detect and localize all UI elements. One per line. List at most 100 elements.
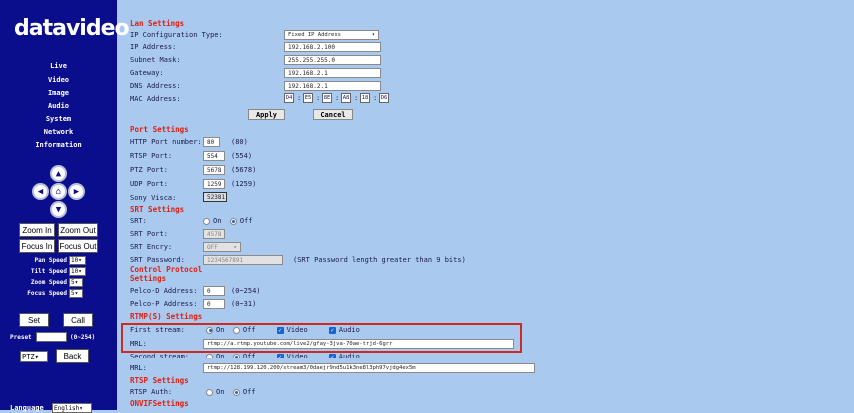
mac-sep: :	[297, 94, 302, 102]
home-icon[interactable]: ⌂	[50, 183, 67, 200]
pelcod-label: Pelco-D Address:	[130, 287, 198, 295]
ip-address-input[interactable]: 192.168.2.100	[284, 42, 381, 52]
dns-input[interactable]: 192.168.2.1	[284, 81, 381, 91]
srt-settings-title: SRT Settings	[130, 205, 185, 214]
srt-off-label: Off	[239, 217, 253, 225]
second-audio-label: Audio	[338, 353, 360, 358]
srt-off-radio[interactable]	[229, 217, 237, 225]
http-port-input[interactable]: 80	[203, 137, 220, 147]
srt-label: SRT:	[130, 217, 147, 225]
focus-in-button[interactable]: Focus In	[19, 239, 55, 253]
pelcod-range: (0~254)	[231, 287, 261, 295]
mrl2-input[interactable]: rtmp://128.199.120.200/stream3/0daejr9nd…	[203, 363, 535, 373]
pelcop-label: Pelco-P Address:	[130, 300, 198, 308]
second-stream-on-radio[interactable]	[206, 353, 213, 358]
mac-field-5[interactable]: 18	[360, 93, 370, 103]
subnet-mask-label: Subnet Mask:	[130, 56, 181, 64]
tilt-speed-select[interactable]: 10 ▾	[69, 267, 86, 276]
rtmp-settings-title: RTMP(S) Settings	[130, 312, 203, 321]
mac-field-1[interactable]: D4	[284, 93, 294, 103]
http-port-default: (80)	[231, 138, 248, 146]
second-audio-checkbox[interactable]: ✓	[328, 353, 336, 358]
pan-speed-label: Pan Speed	[34, 257, 67, 264]
ip-config-select[interactable]: Fixed IP Address ▾	[284, 30, 379, 40]
nav-system[interactable]: System	[0, 115, 117, 123]
pelcod-input[interactable]: 0	[203, 286, 225, 296]
second-video-checkbox[interactable]: ✓	[276, 353, 284, 358]
rtsp-on-label: On	[216, 388, 225, 396]
rtsp-auth-off-radio[interactable]	[232, 388, 240, 396]
rtsp-port-label: RTSP Port:	[130, 152, 173, 160]
gateway-input[interactable]: 192.168.2.1	[284, 68, 381, 78]
preset-label: Preset	[10, 334, 32, 341]
pelcop-input[interactable]: 0	[203, 299, 225, 309]
ptz-port-input[interactable]: 5678	[203, 165, 225, 175]
gateway-label: Gateway:	[130, 69, 164, 77]
control-protocol-title-2: Settings	[130, 274, 167, 283]
preset-range: (0~254)	[70, 334, 96, 341]
arrow-left-icon[interactable]: ◀	[32, 183, 49, 200]
call-button[interactable]: Call	[63, 313, 93, 327]
zoom-in-button[interactable]: Zoom In	[19, 223, 55, 237]
rtsp-auth-toggle[interactable]: On Off	[206, 388, 256, 396]
mac-field-6[interactable]: D6	[379, 93, 389, 103]
srt-encry-select[interactable]: OFF ▾	[203, 242, 241, 252]
nav-audio[interactable]: Audio	[0, 102, 117, 110]
nav-network[interactable]: Network	[0, 128, 117, 136]
lan-settings-title: Lan Settings	[130, 19, 185, 28]
mac-field-4[interactable]: A8	[341, 93, 351, 103]
mac-sep: :	[316, 94, 321, 102]
set-button[interactable]: Set	[19, 313, 49, 327]
apply-button[interactable]: Apply	[248, 109, 285, 120]
mac-sep: :	[335, 94, 340, 102]
sony-visca-label: Sony Visca:	[130, 194, 177, 202]
udp-port-default: (1259)	[231, 180, 257, 188]
nav-live[interactable]: Live	[0, 62, 117, 70]
srt-on-radio[interactable]	[203, 217, 210, 225]
control-protocol-title: Control Protocol	[130, 265, 203, 274]
zoom-speed-label: Zoom Speed	[30, 279, 67, 286]
cancel-button[interactable]: Cancel	[313, 109, 353, 120]
port-settings-title: Port Settings	[130, 125, 189, 134]
ip-config-label: IP Configuration Type:	[130, 31, 223, 39]
second-stream-off-radio[interactable]	[232, 353, 240, 358]
mac-sep: :	[373, 94, 378, 102]
rtmp-first-stream-highlight	[121, 323, 522, 353]
focus-speed-select[interactable]: 5 ▾	[69, 289, 83, 298]
pan-speed-select[interactable]: 10 ▾	[69, 256, 86, 265]
second-video-label: Video	[286, 353, 308, 358]
second-stream-toggle[interactable]: On Off ✓ Video ✓ Audio	[206, 353, 360, 358]
zoom-out-button[interactable]: Zoom Out	[58, 223, 98, 237]
focus-out-button[interactable]: Focus Out	[58, 239, 98, 253]
arrow-down-icon[interactable]: ▼	[50, 201, 67, 218]
language-label: Language	[10, 404, 44, 412]
http-port-label: HTTP Port number:	[130, 138, 202, 146]
nav-image[interactable]: Image	[0, 89, 117, 97]
zoom-speed-select[interactable]: 5 ▾	[69, 278, 83, 287]
datavideo-logo: datavideo	[14, 16, 130, 41]
arrow-right-icon[interactable]: ▶	[68, 183, 85, 200]
ptz-port-label: PTZ Port:	[130, 166, 168, 174]
udp-port-label: UDP Port:	[130, 180, 168, 188]
srt-password-label: SRT Password:	[130, 256, 185, 264]
mac-field-3[interactable]: 8E	[322, 93, 332, 103]
second-off-label: Off	[242, 353, 256, 358]
rtsp-auth-on-radio[interactable]	[206, 388, 213, 396]
mac-sep: :	[354, 94, 359, 102]
nav-video[interactable]: Video	[0, 76, 117, 84]
sony-visca-input[interactable]: 52381	[203, 192, 227, 202]
srt-password-input[interactable]: 1234567891	[203, 255, 283, 265]
language-select[interactable]: English ▾	[52, 403, 92, 413]
srt-toggle[interactable]: On Off	[203, 217, 253, 225]
srt-port-input[interactable]: 4578	[203, 229, 225, 239]
arrow-up-icon[interactable]: ▲	[50, 165, 67, 182]
preset-input[interactable]	[36, 332, 67, 342]
subnet-mask-input[interactable]: 255.255.255.0	[284, 55, 381, 65]
mac-field-2[interactable]: E5	[303, 93, 313, 103]
rtsp-port-input[interactable]: 554	[203, 151, 225, 161]
nav-information[interactable]: Information	[0, 141, 117, 149]
ptz-select[interactable]: PTZ ▾	[20, 351, 48, 362]
sidebar: datavideo Live Video Image Audio System …	[0, 0, 130, 413]
udp-port-input[interactable]: 1259	[203, 179, 225, 189]
back-button[interactable]: Back	[56, 349, 89, 363]
